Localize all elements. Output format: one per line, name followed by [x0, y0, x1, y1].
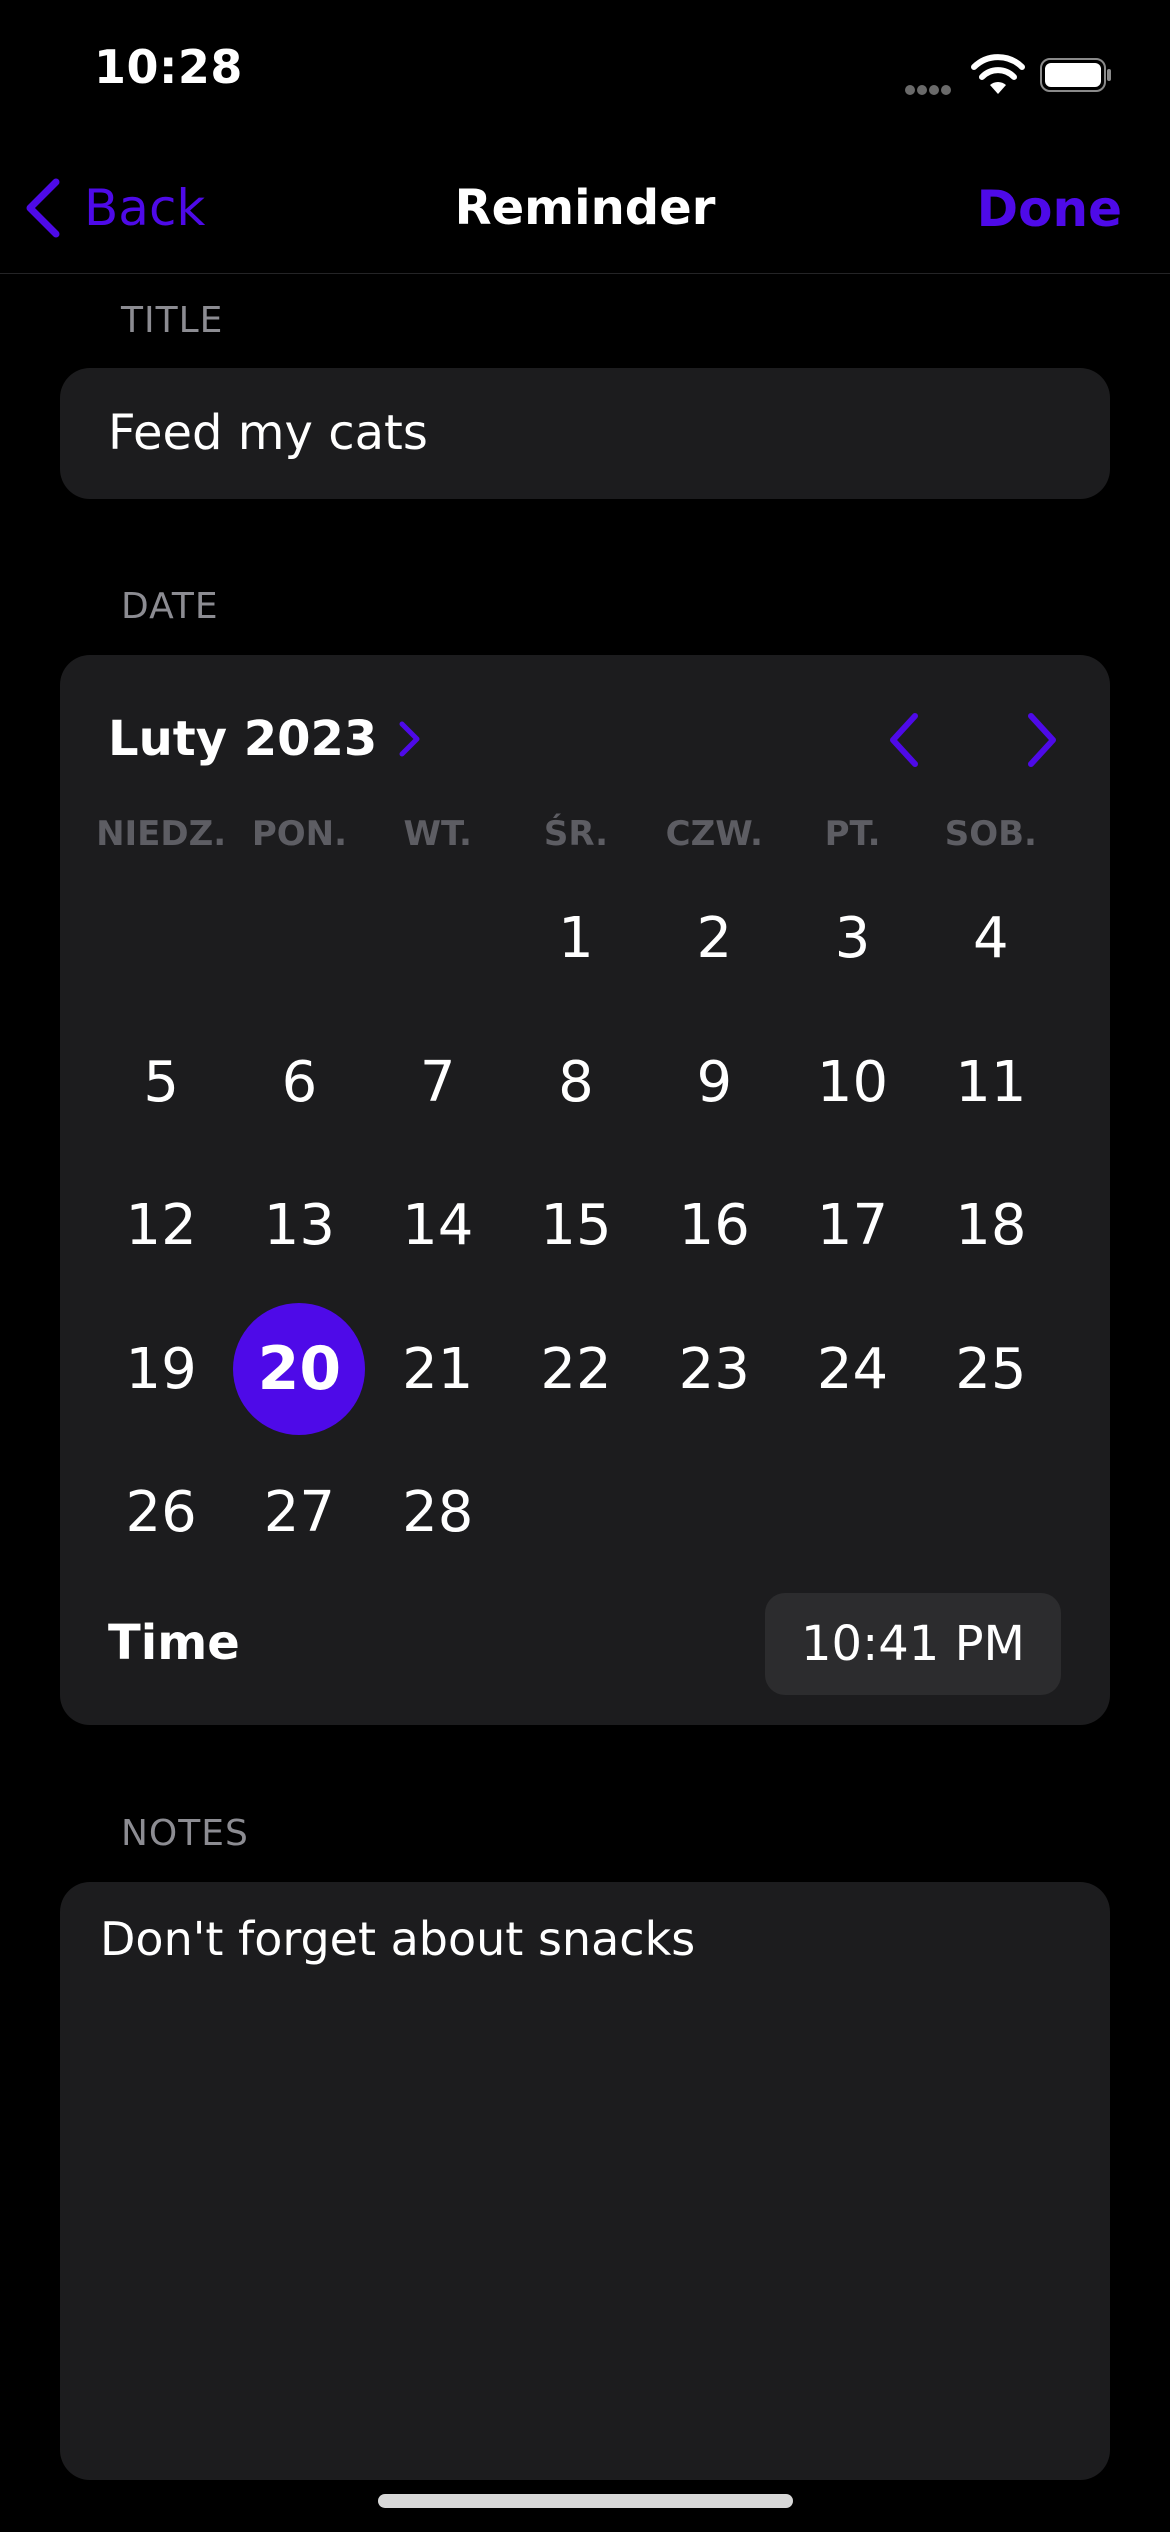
- title-card: Feed my cats: [60, 368, 1110, 499]
- calendar-day-number: 18: [955, 1193, 1027, 1259]
- next-month-button[interactable]: [1012, 710, 1072, 770]
- time-picker-button[interactable]: 10:41 PM: [765, 1593, 1061, 1695]
- calendar-day[interactable]: 23: [645, 1298, 783, 1442]
- calendar-day-number: 9: [696, 1049, 733, 1115]
- calendar-day[interactable]: 4: [922, 867, 1060, 1011]
- calendar-empty-cell: [369, 867, 507, 1011]
- calendar-day-number: 24: [816, 1336, 889, 1402]
- chevron-left-icon: [890, 713, 918, 767]
- previous-month-button[interactable]: [874, 710, 934, 770]
- calendar-day[interactable]: 24: [783, 1298, 921, 1442]
- calendar-day-number: 10: [816, 1049, 889, 1115]
- battery-icon: [1040, 58, 1111, 92]
- calendar-day[interactable]: 1: [507, 867, 645, 1011]
- calendar-day[interactable]: 21: [369, 1298, 507, 1442]
- calendar-day[interactable]: 14: [369, 1154, 507, 1298]
- calendar-day-number: 8: [558, 1049, 594, 1115]
- calendar-day-number: 21: [402, 1336, 474, 1402]
- calendar-day[interactable]: 25: [922, 1298, 1060, 1442]
- date-picker-card: Luty 2023 NIEDZ. PON. WT. ŚR. CZW. PT. SOB. 12…: [60, 655, 1110, 1725]
- weekday-label: PT.: [824, 814, 881, 854]
- calendar-day-selected[interactable]: 20: [230, 1298, 368, 1442]
- calendar-day[interactable]: 15: [507, 1154, 645, 1298]
- calendar-day[interactable]: 12: [92, 1154, 230, 1298]
- weekday-label: CZW.: [665, 814, 763, 854]
- calendar-day[interactable]: 2: [645, 867, 783, 1011]
- calendar-day-number: 14: [402, 1193, 474, 1259]
- calendar-day[interactable]: 11: [922, 1011, 1060, 1155]
- calendar-day[interactable]: 28: [369, 1441, 507, 1585]
- calendar-day[interactable]: 17: [783, 1154, 921, 1298]
- notes-card[interactable]: Don't forget about snacks: [60, 1882, 1110, 2480]
- calendar-day-number: 25: [955, 1336, 1027, 1402]
- calendar-day[interactable]: 13: [230, 1154, 368, 1298]
- nav-divider: [0, 273, 1170, 274]
- calendar-day[interactable]: 18: [922, 1154, 1060, 1298]
- calendar-empty-cell: [92, 867, 230, 1011]
- chevron-right-icon: [399, 721, 420, 757]
- calendar-day-number: 20: [257, 1334, 342, 1405]
- time-label: Time: [108, 1615, 240, 1671]
- calendar-day-number: 27: [263, 1480, 336, 1546]
- wifi-icon: [971, 54, 1025, 94]
- weekday-label: ŚR.: [543, 814, 609, 854]
- calendar-day[interactable]: 9: [645, 1011, 783, 1155]
- title-input[interactable]: Feed my cats: [108, 368, 428, 499]
- calendar-day-number: 16: [678, 1193, 750, 1259]
- calendar-day[interactable]: 6: [230, 1011, 368, 1155]
- month-year-selector[interactable]: Luty 2023: [108, 711, 423, 767]
- status-time: 10:28: [94, 40, 243, 94]
- calendar-empty-cell: [230, 867, 368, 1011]
- notes-textarea[interactable]: Don't forget about snacks: [100, 1912, 695, 1966]
- weekday-label: WT.: [403, 814, 472, 854]
- calendar-day-number: 3: [834, 906, 871, 972]
- calendar-day-number: 4: [973, 906, 1009, 972]
- title-section-label: TITLE: [121, 300, 224, 341]
- weekday-label: PON.: [251, 814, 348, 854]
- calendar-day[interactable]: 7: [369, 1011, 507, 1155]
- weekday-header: NIEDZ. PON. WT. ŚR. CZW. PT. SOB.: [92, 814, 1060, 854]
- cellular-signal-icon: [905, 80, 953, 99]
- done-button[interactable]: Done: [977, 180, 1122, 238]
- calendar-day-number: 5: [143, 1049, 179, 1115]
- calendar-day[interactable]: 8: [507, 1011, 645, 1155]
- calendar-day[interactable]: 27: [230, 1441, 368, 1585]
- weekday-label: NIEDZ.: [96, 814, 227, 854]
- calendar-day-number: 1: [558, 906, 594, 972]
- home-indicator: [378, 2494, 793, 2508]
- calendar-day-number: 22: [540, 1336, 612, 1402]
- calendar-day-number: 13: [263, 1193, 336, 1259]
- month-year-label: Luty 2023: [108, 711, 378, 767]
- chevron-right-icon: [1028, 713, 1056, 767]
- calendar-day-number: 23: [678, 1336, 750, 1402]
- calendar-day[interactable]: 16: [645, 1154, 783, 1298]
- calendar-day[interactable]: 5: [92, 1011, 230, 1155]
- calendar-day-number: 6: [281, 1049, 318, 1115]
- calendar-day-number: 17: [816, 1193, 889, 1259]
- calendar-day-number: 28: [402, 1480, 474, 1546]
- calendar-day-number: 26: [125, 1480, 197, 1546]
- calendar-day-number: 11: [955, 1049, 1027, 1115]
- weekday-label: SOB.: [944, 814, 1037, 854]
- calendar-day[interactable]: 22: [507, 1298, 645, 1442]
- calendar-day[interactable]: 10: [783, 1011, 921, 1155]
- calendar-day-number: 12: [125, 1193, 197, 1259]
- calendar-grid: 1 2 3 4 5 6 7 8 9 10 11 12 13 14 15 16 17 18 19 20 21 22 23 24 2…: [92, 867, 1060, 1585]
- calendar-day-number: 7: [419, 1049, 456, 1115]
- calendar-day-number: 19: [125, 1336, 197, 1402]
- calendar-day-number: 2: [696, 906, 733, 972]
- calendar-day[interactable]: 3: [783, 867, 921, 1011]
- calendar-day[interactable]: 19: [92, 1298, 230, 1442]
- notes-section-label: NOTES: [121, 1813, 249, 1854]
- calendar-day[interactable]: 26: [92, 1441, 230, 1585]
- date-section-label: DATE: [121, 586, 219, 627]
- calendar-day-number: 15: [540, 1193, 612, 1259]
